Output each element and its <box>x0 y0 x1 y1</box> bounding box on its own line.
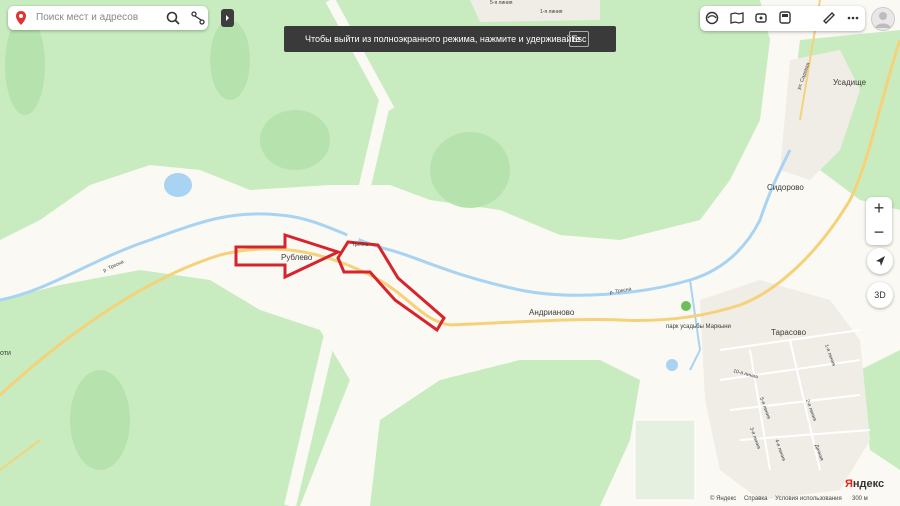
map-footer: © Яндекс Справка Условия использования <box>710 496 848 502</box>
zoom-out-button[interactable]: − <box>866 221 892 245</box>
metro-icon[interactable] <box>754 11 768 25</box>
route-icon[interactable] <box>190 10 206 26</box>
label-sidorovo: Сидорово <box>767 183 804 192</box>
user-icon <box>875 12 891 28</box>
esc-key-badge: Esc <box>569 31 589 47</box>
label-tarasovo: Тарасово <box>771 328 807 337</box>
location-pin-icon <box>16 11 26 25</box>
geolocation-button[interactable] <box>867 248 893 274</box>
label-andrianovo: Андрианово <box>529 308 575 317</box>
label-usadishche: Усадище <box>833 78 867 87</box>
chevron-right-icon <box>226 15 229 21</box>
fullscreen-tip: Чтобы выйти из полноэкранного режима, на… <box>284 26 616 52</box>
user-avatar[interactable] <box>871 7 895 31</box>
ruler-icon[interactable] <box>822 11 836 25</box>
zoom-control: + − <box>866 197 892 245</box>
collapse-panel-button[interactable] <box>221 9 234 27</box>
pond <box>164 173 192 197</box>
map-canvas[interactable]: Рублево Андрианово Тарасово Сидорово Уса… <box>0 0 900 506</box>
footer-copyright: © Яндекс <box>710 496 737 502</box>
label-park: парк усадьбы Маркыни <box>666 324 731 330</box>
search-input[interactable]: Поиск мест и адресов <box>36 12 138 23</box>
layers-icon[interactable] <box>705 11 719 25</box>
transit-icon[interactable] <box>778 11 792 25</box>
navigation-arrow-icon <box>876 256 885 266</box>
more-icon[interactable] <box>846 11 860 25</box>
search-box[interactable]: Поиск мест и адресов <box>8 6 208 30</box>
scale-bar: 300 м <box>852 496 868 502</box>
label-street-top2: 5-я линия <box>490 0 513 6</box>
map-toolbar <box>700 6 865 31</box>
label-street-top1: 1-я линия <box>540 9 563 15</box>
footer-terms-link[interactable]: Условия использования <box>775 496 842 502</box>
park-icon <box>681 301 691 311</box>
yandex-logo: Яндекс <box>845 478 885 490</box>
label-road-top: Тресна <box>352 242 369 248</box>
fullscreen-tip-text: Чтобы выйти из полноэкранного режима, на… <box>305 34 581 44</box>
search-icon[interactable] <box>166 11 180 25</box>
3d-button[interactable]: 3D <box>867 282 893 308</box>
panorama-icon[interactable] <box>730 11 744 25</box>
footer-help-link[interactable]: Справка <box>744 496 768 502</box>
label-rublevo: Рублево <box>281 253 313 262</box>
label-left-edge: оти <box>0 350 11 357</box>
zoom-in-button[interactable]: + <box>866 197 892 221</box>
